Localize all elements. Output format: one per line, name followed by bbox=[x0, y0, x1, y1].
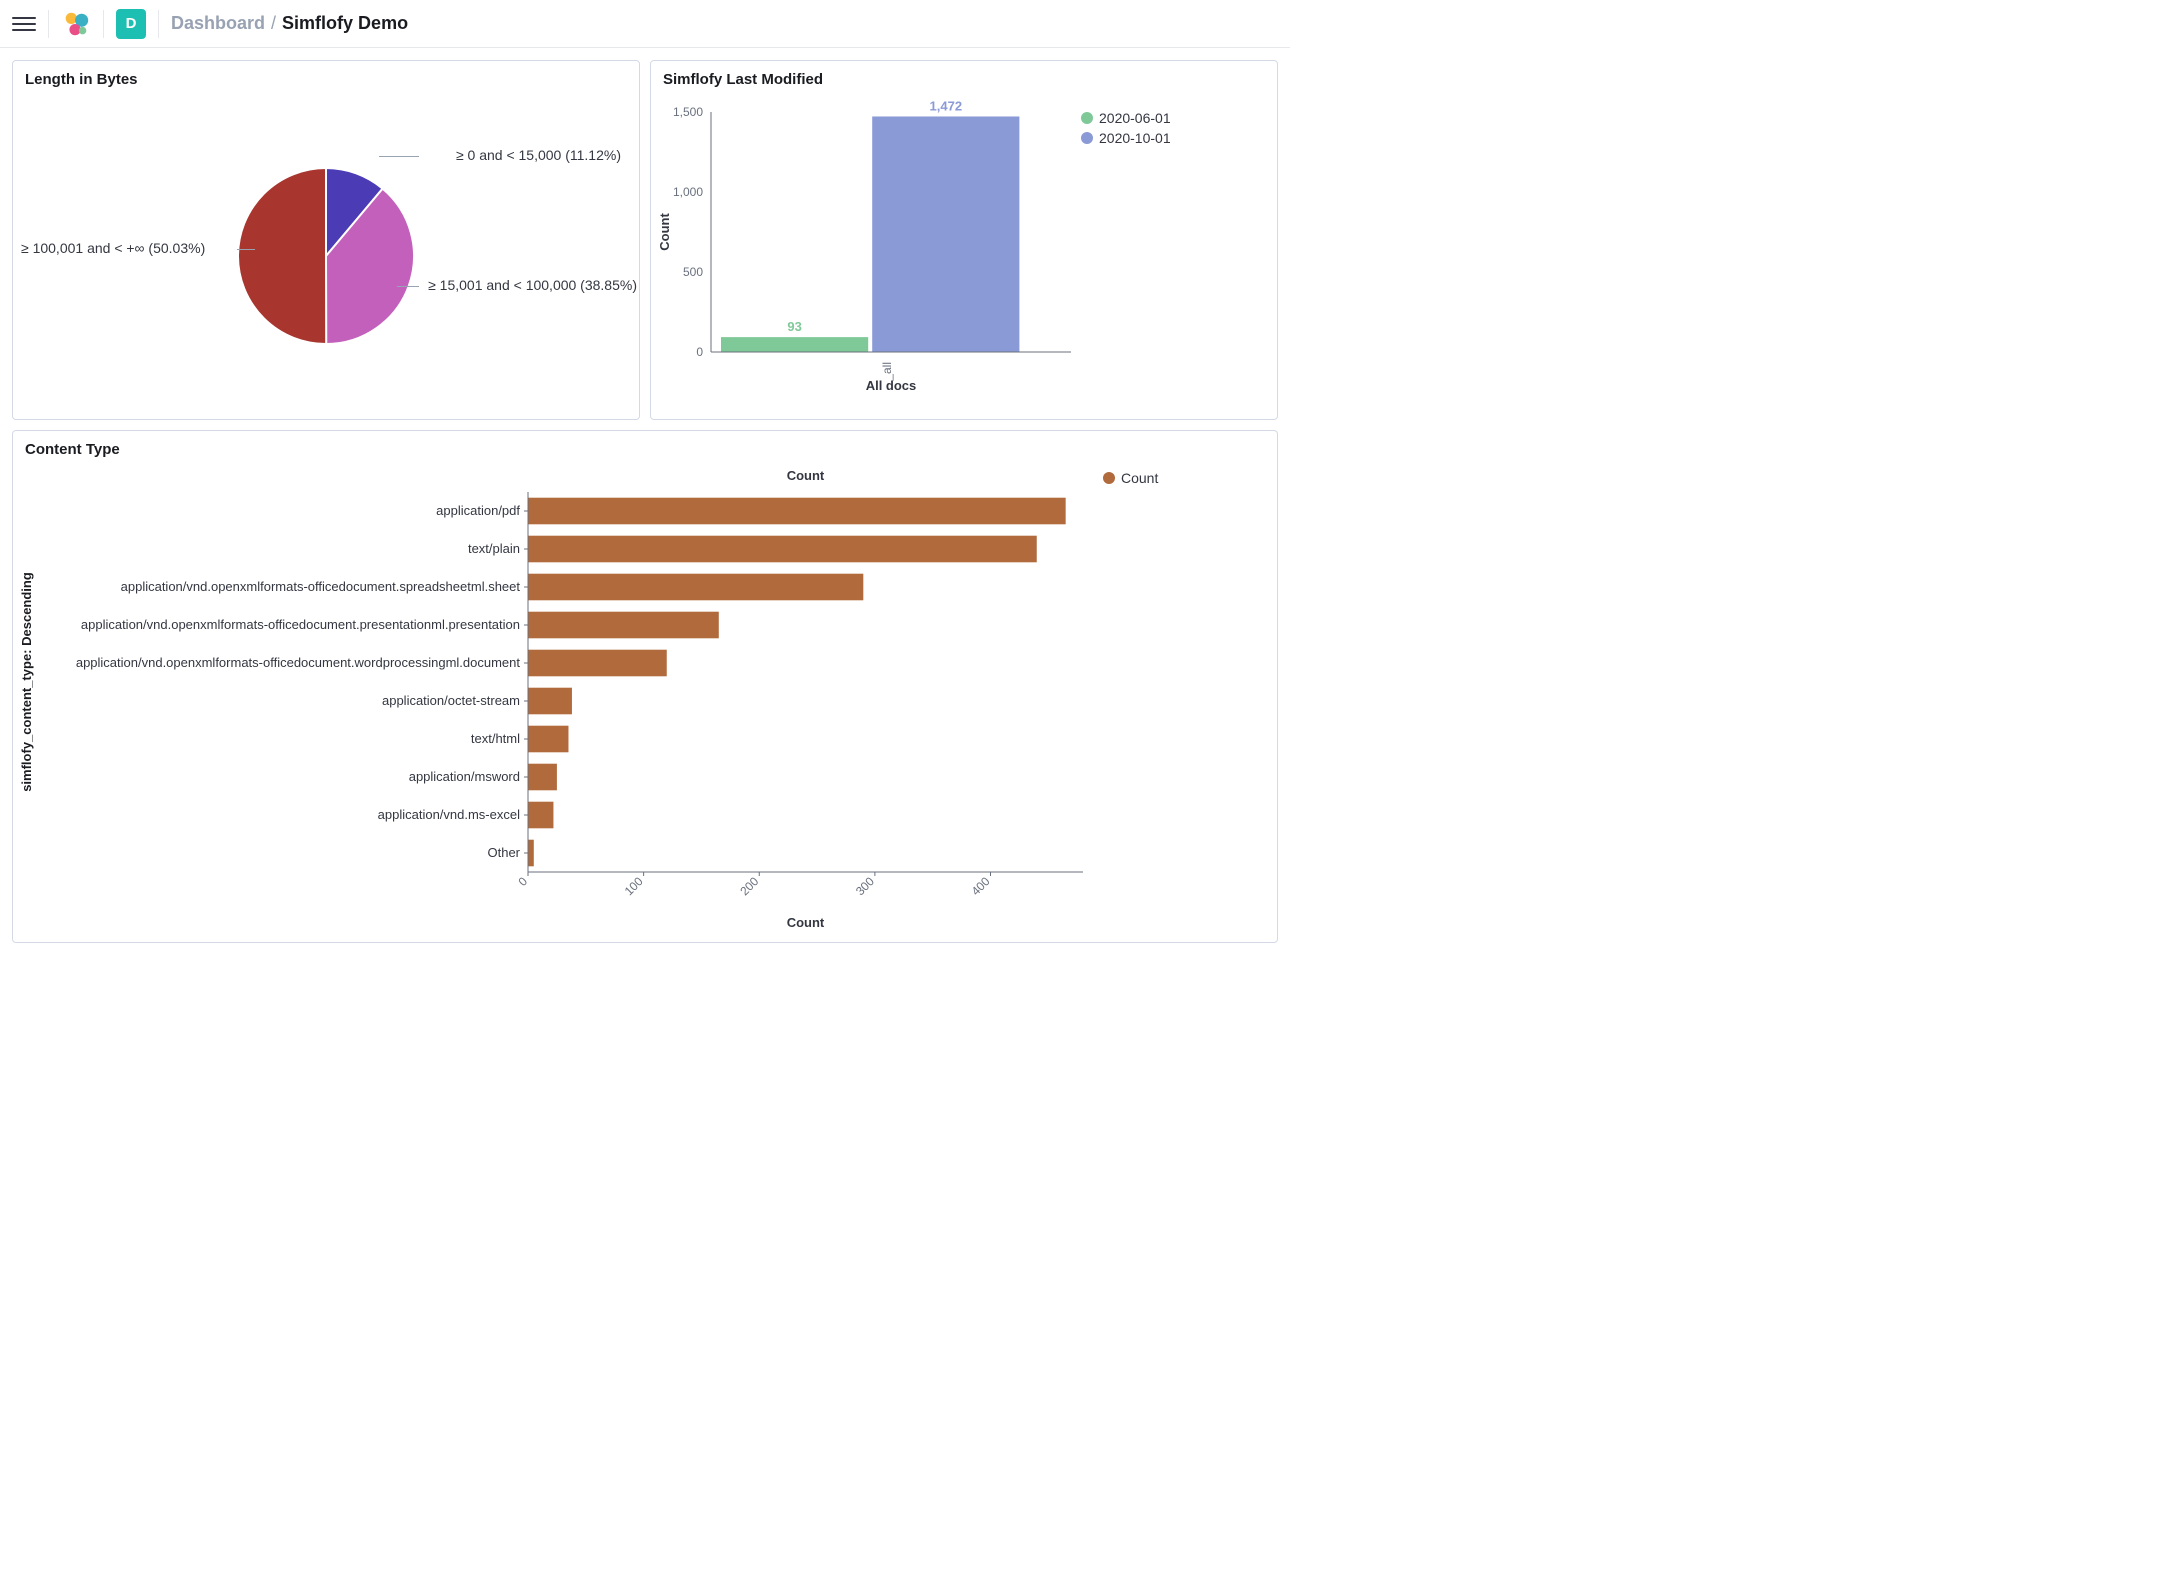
pie-leader-line bbox=[237, 249, 255, 250]
pie-slice-label: ≥ 0 and < 15,000 (11.12%) bbox=[456, 147, 621, 163]
svg-text:200: 200 bbox=[737, 874, 761, 898]
panel-title: Content Type bbox=[13, 431, 1277, 462]
breadcrumb-root[interactable]: Dashboard bbox=[171, 13, 265, 34]
svg-text:1,500: 1,500 bbox=[673, 105, 703, 119]
svg-text:300: 300 bbox=[853, 874, 877, 898]
svg-text:0: 0 bbox=[515, 874, 530, 889]
svg-text:All docs: All docs bbox=[866, 378, 917, 393]
svg-text:93: 93 bbox=[787, 319, 801, 334]
legend-dot-icon bbox=[1103, 472, 1115, 484]
svg-text:simflofy_content_type: Descend: simflofy_content_type: Descending bbox=[19, 572, 34, 792]
svg-text:application/pdf: application/pdf bbox=[436, 503, 520, 518]
pie-chart[interactable]: ≥ 0 and < 15,000 (11.12%) ≥ 15,001 and <… bbox=[13, 92, 639, 419]
svg-text:0: 0 bbox=[696, 345, 703, 359]
svg-text:Count: Count bbox=[787, 468, 825, 483]
breadcrumb-separator: / bbox=[271, 13, 276, 34]
svg-text:Count: Count bbox=[657, 213, 672, 251]
panel-last-modified: Simflofy Last Modified 0 500 1,000 1,500 Cou… bbox=[650, 60, 1278, 420]
svg-text:text/plain: text/plain bbox=[468, 541, 520, 556]
pie-leader-line bbox=[397, 286, 419, 287]
space-selector[interactable]: D bbox=[116, 9, 146, 39]
legend: Count bbox=[1103, 462, 1170, 942]
svg-text:application/vnd.openxmlformats: application/vnd.openxmlformats-officedoc… bbox=[81, 617, 520, 632]
pie-slice-label: ≥ 15,001 and < 100,000 (38.85%) bbox=[428, 277, 637, 293]
topbar: D Dashboard / Simflofy Demo bbox=[0, 0, 1290, 48]
panel-length-in-bytes: Length in Bytes ≥ 0 and < 15,000 (11.12%… bbox=[12, 60, 640, 420]
pie-svg bbox=[236, 166, 416, 346]
legend-item[interactable]: 2020-10-01 bbox=[1081, 130, 1171, 146]
panel-content-type: Content Type Count simflofy_content_type:… bbox=[12, 430, 1278, 943]
svg-text:text/html: text/html bbox=[471, 731, 520, 746]
menu-icon[interactable] bbox=[12, 12, 36, 36]
breadcrumb: Dashboard / Simflofy Demo bbox=[171, 13, 408, 34]
divider bbox=[103, 10, 104, 38]
bar-chart[interactable]: 05001,0001,500Count931,472_allAll docs 2… bbox=[651, 92, 1277, 419]
dashboard-grid: Length in Bytes ≥ 0 and < 15,000 (11.12%… bbox=[0, 48, 1290, 955]
svg-text:application/vnd.openxmlformats: application/vnd.openxmlformats-officedoc… bbox=[121, 579, 521, 594]
svg-text:application/vnd.openxmlformats: application/vnd.openxmlformats-officedoc… bbox=[76, 655, 521, 670]
svg-text:application/msword: application/msword bbox=[409, 769, 520, 784]
svg-text:100: 100 bbox=[622, 874, 646, 898]
svg-text:1,000: 1,000 bbox=[673, 185, 703, 199]
hbar-svg: Count simflofy_content_type: Descending ap… bbox=[13, 462, 1103, 942]
legend-dot-icon bbox=[1081, 132, 1093, 144]
breadcrumb-current: Simflofy Demo bbox=[282, 13, 408, 34]
legend-label: 2020-06-01 bbox=[1099, 110, 1171, 126]
legend-item[interactable]: Count bbox=[1103, 470, 1158, 486]
legend-item[interactable]: 2020-06-01 bbox=[1081, 110, 1171, 126]
svg-text:500: 500 bbox=[683, 265, 703, 279]
divider bbox=[158, 10, 159, 38]
svg-text:application/vnd.ms-excel: application/vnd.ms-excel bbox=[378, 807, 520, 822]
bar-svg: 05001,0001,500Count931,472_allAll docs bbox=[651, 92, 1081, 412]
hbar-chart[interactable]: Count simflofy_content_type: Descending ap… bbox=[13, 462, 1277, 942]
legend-label: Count bbox=[1121, 470, 1158, 486]
svg-text:1,472: 1,472 bbox=[930, 98, 963, 113]
legend-label: 2020-10-01 bbox=[1099, 130, 1171, 146]
elastic-logo-icon[interactable] bbox=[61, 9, 91, 39]
svg-text:400: 400 bbox=[969, 874, 993, 898]
svg-text:application/octet-stream: application/octet-stream bbox=[382, 693, 520, 708]
svg-text:Other: Other bbox=[487, 845, 520, 860]
svg-text:Count: Count bbox=[787, 915, 825, 930]
panel-title: Simflofy Last Modified bbox=[651, 61, 1277, 92]
pie-leader-line bbox=[379, 156, 419, 157]
pie-slice-label: ≥ 100,001 and < +∞ (50.03%) bbox=[21, 240, 205, 256]
space-initial: D bbox=[126, 15, 137, 32]
divider bbox=[48, 10, 49, 38]
legend: 2020-06-01 2020-10-01 bbox=[1081, 92, 1179, 419]
legend-dot-icon bbox=[1081, 112, 1093, 124]
panel-title: Length in Bytes bbox=[13, 61, 639, 92]
